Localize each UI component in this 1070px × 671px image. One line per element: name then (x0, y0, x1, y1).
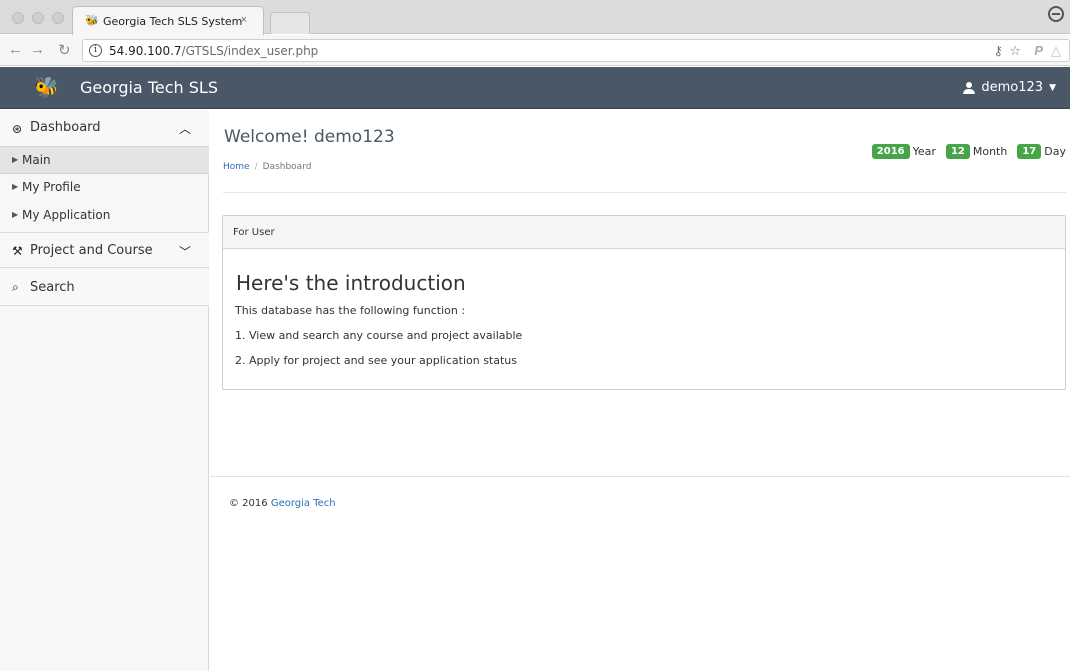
url-host: 54.90.100.7 (109, 44, 182, 58)
footer-copyright: © 2016 (229, 498, 268, 509)
sidebar-group-project-and-course[interactable]: ⚒ Project and Course ﹀ (0, 232, 209, 268)
url-text[interactable]: 54.90.100.7/GTSLS/index_user.php (109, 44, 318, 58)
brand-title[interactable]: Georgia Tech SLS (80, 78, 218, 97)
sidebar-item-label: My Profile (22, 180, 81, 194)
header-divider (223, 192, 1066, 193)
window-minimize-button[interactable] (32, 12, 44, 24)
user-dropdown[interactable]: demo123 ▼ (963, 80, 1056, 95)
info-icon[interactable]: i (89, 44, 102, 57)
sidebar-item-my-application[interactable]: ▶ My Application (0, 202, 209, 230)
year-badge: 2016 (871, 144, 910, 159)
caret-right-icon: ▶ (12, 182, 19, 191)
tab-close-icon[interactable]: × (241, 14, 247, 26)
panel-heading: For User (223, 216, 1065, 249)
intro-line: This database has the following function… (235, 304, 466, 317)
caret-right-icon: ▶ (12, 210, 19, 219)
yellow-jacket-favicon-icon: 🐝 (85, 15, 99, 27)
wrench-icon: ⚒ (12, 244, 23, 258)
browser-tab[interactable]: 🐝 Georgia Tech SLS System × (72, 6, 264, 35)
browser-toolbar: ← → ↻ i 54.90.100.7/GTSLS/index_user.php… (0, 35, 1070, 66)
breadcrumb-current: Dashboard (262, 162, 312, 172)
pinterest-extension-icon[interactable]: P (1034, 43, 1043, 58)
bookmark-star-icon[interactable]: ☆ (1009, 43, 1021, 59)
url-path: /GTSLS/index_user.php (181, 44, 319, 58)
window-close-button[interactable] (12, 12, 24, 24)
footer-divider (210, 476, 1070, 477)
year-label: Year (912, 145, 936, 158)
back-arrow-icon[interactable]: ← (8, 41, 23, 58)
breadcrumb-separator: / (254, 162, 258, 172)
intro-panel: For User Here's the introduction This da… (222, 215, 1066, 390)
day-label: Day (1044, 145, 1066, 158)
address-bar[interactable]: i 54.90.100.7/GTSLS/index_user.php ⚷ ☆ P… (82, 39, 1070, 62)
month-label: Month (972, 145, 1008, 158)
sidebar-item-main[interactable]: ▶ Main (0, 146, 209, 174)
sidebar-group-dashboard[interactable]: ⊛ Dashboard ︿ (0, 110, 209, 146)
key-icon[interactable]: ⚷ (993, 43, 1003, 59)
footer: © 2016 Georgia Tech (229, 498, 336, 509)
intro-line: 2. Apply for project and see your applic… (235, 354, 517, 367)
drive-extension-icon[interactable]: △ (1051, 43, 1061, 59)
sidebar-item-label: Main (22, 153, 51, 167)
user-icon (963, 81, 976, 94)
sidebar: ⊛ Dashboard ︿ ▶ Main ▶ My Profile ▶ My A… (0, 110, 209, 671)
app-navbar: 🐝 Georgia Tech SLS demo123 ▼ (0, 67, 1070, 109)
sidebar-group-label: Dashboard (30, 120, 101, 135)
reload-icon[interactable]: ↻ (58, 41, 71, 59)
sidebar-group-label: Search (30, 280, 75, 295)
new-tab-button[interactable] (270, 12, 310, 34)
sidebar-group-label: Project and Course (30, 243, 153, 258)
tab-title: Georgia Tech SLS System (103, 15, 243, 28)
footer-org-link[interactable]: Georgia Tech (271, 498, 336, 509)
day-badge: 17 (1017, 144, 1042, 159)
intro-title: Here's the introduction (236, 271, 466, 295)
browser-tab-strip: 🐝 Georgia Tech SLS System × (0, 0, 1070, 35)
sidebar-item-my-profile[interactable]: ▶ My Profile (0, 174, 209, 202)
intro-line: 1. View and search any course and projec… (235, 329, 523, 342)
sidebar-group-search[interactable]: ⌕ Search (0, 269, 209, 306)
forward-arrow-icon[interactable]: → (30, 41, 45, 58)
chevron-up-icon: ︿ (178, 122, 191, 136)
yellow-jacket-logo-icon[interactable]: 🐝 (34, 77, 59, 99)
user-name: demo123 (981, 80, 1044, 95)
chevron-down-icon: ﹀ (178, 245, 191, 259)
browser-profile-icon[interactable] (1048, 6, 1064, 22)
breadcrumb-home-link[interactable]: Home (223, 162, 250, 172)
window-zoom-button[interactable] (52, 12, 64, 24)
page-title: Welcome! demo123 (224, 127, 395, 147)
date-badges: 2016 Year 12 Month 17 Day (871, 144, 1066, 159)
main-content: Welcome! demo123 Home / Dashboard 2016 Yea… (210, 110, 1070, 671)
search-icon: ⌕ (12, 280, 19, 294)
breadcrumb: Home / Dashboard (223, 162, 311, 172)
tachometer-icon: ⊛ (12, 122, 23, 136)
sidebar-item-label: My Application (22, 208, 111, 222)
caret-down-icon: ▼ (1049, 82, 1056, 93)
month-badge: 12 (945, 144, 970, 159)
caret-right-icon: ▶ (12, 155, 19, 164)
